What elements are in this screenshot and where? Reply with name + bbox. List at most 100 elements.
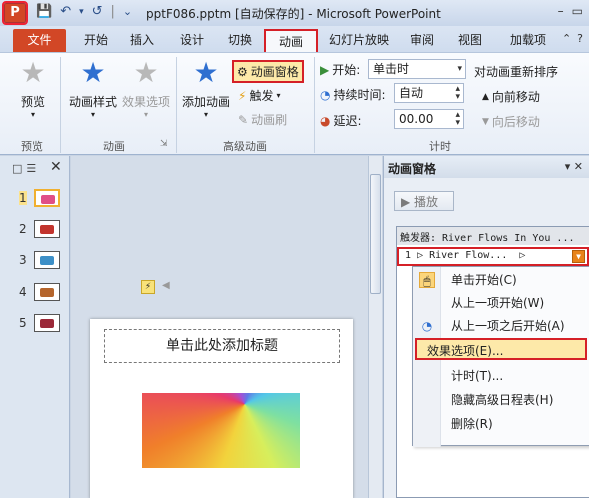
start-select-value: 单击时: [373, 62, 410, 76]
tab-view[interactable]: 视图: [452, 29, 488, 52]
menu-item-label: 隐藏高级日程表(H): [451, 393, 554, 407]
animation-styles-star-icon: ★: [80, 56, 106, 89]
animation-painter-button[interactable]: ✎ 动画刷: [238, 111, 287, 128]
effect-options-button[interactable]: ★ 效果选项 ▾: [120, 56, 172, 120]
slide-picture[interactable]: [142, 393, 300, 468]
slide-thumbnail-2[interactable]: 2: [0, 217, 70, 243]
slides-panel-tabs: □ ☰: [12, 162, 36, 175]
tab-slideshow[interactable]: 幻灯片放映: [322, 29, 396, 52]
tab-design[interactable]: 设计: [174, 29, 210, 52]
menu-item-timing[interactable]: 计时(T)...: [413, 365, 589, 387]
animation-styles-button[interactable]: ★ 动画样式 ▾: [64, 56, 122, 120]
menu-item-label: 从上一项之后开始(A): [451, 319, 565, 333]
animation-dialog-launcher-icon[interactable]: ⇲: [160, 139, 168, 149]
slide-thumb-image: [34, 251, 60, 269]
menu-item-effect-options[interactable]: 效果选项(E)...: [415, 338, 587, 360]
menu-item-hide-advanced-timeline[interactable]: 隐藏高级日程表(H): [413, 389, 589, 411]
help-icon[interactable]: ?: [577, 32, 583, 45]
trigger-header[interactable]: 触发器: River Flows In You ...: [397, 227, 589, 245]
menu-item-start-on-click[interactable]: 🖱 单击开始(C): [413, 269, 589, 291]
pane-close-icon[interactable]: ▾ ✕: [565, 160, 583, 173]
tab-addins[interactable]: 加载项: [504, 29, 552, 52]
quick-access-toolbar: 💾 ↶ ▾ ↺ | ⌄: [36, 4, 132, 19]
close-icon[interactable]: ✕: [50, 159, 62, 175]
animation-item-number: 1: [405, 250, 412, 261]
duration-label-text: 持续时间:: [333, 88, 386, 102]
slide-number: 3: [19, 253, 27, 267]
scrollbar-thumb[interactable]: [370, 174, 381, 294]
animation-styles-dropdown-icon[interactable]: ▾: [64, 110, 122, 119]
slide-thumb-image: [34, 220, 60, 238]
slide-canvas[interactable]: ⚡ ◀ 单击此处添加标题: [71, 156, 368, 498]
effect-options-star-icon: ★: [133, 56, 159, 89]
menu-item-start-with-previous[interactable]: 从上一项开始(W): [413, 292, 589, 314]
start-label: ▶ 开始:: [320, 61, 360, 78]
tab-home[interactable]: 开始: [78, 29, 114, 52]
slide-thumbnail-4[interactable]: 4: [0, 280, 70, 306]
slides-tab-icon[interactable]: □: [12, 162, 22, 175]
animation-painter-label: 动画刷: [251, 113, 288, 127]
group-label-timing: 计时: [429, 140, 451, 153]
play-button[interactable]: ▶ 播放: [394, 191, 454, 211]
preview-dropdown-icon[interactable]: ▾: [12, 110, 54, 119]
slide-number: 5: [19, 316, 27, 330]
animation-item[interactable]: 1 ▷ River Flow... ▷ ▼: [397, 247, 589, 266]
menu-item-remove[interactable]: 删除(R): [413, 413, 589, 435]
outline-tab-icon[interactable]: ☰: [26, 162, 36, 175]
play-media-icon: ▷: [519, 250, 526, 261]
add-animation-dropdown-icon[interactable]: ▾: [180, 110, 232, 119]
delay-field[interactable]: 00.00 ▴ ▾: [394, 109, 464, 129]
slide-thumb-image: [34, 283, 60, 301]
add-animation-button[interactable]: ★ 添加动画 ▾: [180, 57, 232, 120]
trigger-button[interactable]: ⚡ 触发 ▾: [238, 87, 280, 104]
redo-icon[interactable]: ↺: [92, 4, 103, 19]
menu-item-label: 从上一项开始(W): [451, 296, 545, 310]
tab-review[interactable]: 审阅: [404, 29, 440, 52]
tab-insert[interactable]: 插入: [124, 29, 160, 52]
tab-transitions[interactable]: 切换: [222, 29, 258, 52]
delay-value: 00.00: [399, 112, 434, 126]
slide-number: 4: [19, 285, 27, 299]
animation-trigger-tag-icon[interactable]: ⚡: [141, 280, 155, 294]
spinner-icon[interactable]: ▴ ▾: [455, 111, 460, 128]
current-slide[interactable]: 单击此处添加标题: [90, 319, 353, 498]
vertical-scrollbar[interactable]: [368, 156, 382, 498]
move-later-label: 向后移动: [491, 115, 540, 129]
slide-thumbnail-5[interactable]: 5: [0, 311, 70, 337]
slide-thumbnail-3[interactable]: 3: [0, 248, 70, 274]
group-label-advanced-animation: 高级动画: [223, 140, 267, 153]
menu-item-label: 单击开始(C): [451, 273, 517, 287]
restore-button[interactable]: ▭: [572, 4, 583, 18]
undo-icon[interactable]: ↶: [60, 4, 71, 19]
animation-pane-button[interactable]: ⚙ 动画窗格: [232, 60, 304, 83]
slide-number: 2: [19, 222, 27, 236]
animation-pane: 动画窗格 ▾ ✕ ▶ 播放 触发器: River Flows In You ..…: [383, 156, 589, 498]
window-controls: – ▭: [558, 4, 583, 18]
powerpoint-app-icon[interactable]: P: [2, 1, 28, 25]
tab-file[interactable]: 文件: [13, 29, 66, 52]
title-placeholder[interactable]: 单击此处添加标题: [104, 329, 340, 363]
trigger-dropdown-icon[interactable]: ▾: [276, 91, 280, 100]
animation-context-menu: 🖱 单击开始(C) 从上一项开始(W) ◔ 从上一项之后开始(A) 效果选项(E…: [412, 266, 589, 447]
save-icon[interactable]: 💾: [36, 4, 52, 19]
animation-item-dropdown-icon[interactable]: ▼: [572, 250, 585, 263]
move-later-button[interactable]: ▼ 向后移动: [482, 113, 540, 130]
slide-thumbnail-1[interactable]: 1: [0, 186, 70, 212]
sound-play-icon: ◀: [162, 280, 170, 291]
undo-dropdown-icon[interactable]: ▾: [79, 7, 84, 17]
move-earlier-button[interactable]: ▲ 向前移动: [482, 88, 540, 105]
move-later-icon: ▼: [482, 116, 489, 127]
preview-button[interactable]: ★ 预览 ▾: [12, 57, 54, 120]
customize-qat-icon[interactable]: ⌄: [123, 5, 132, 18]
minimize-ribbon-icon[interactable]: ⌃: [562, 32, 571, 45]
menu-item-start-after-previous[interactable]: ◔ 从上一项之后开始(A): [413, 315, 589, 337]
start-select[interactable]: 单击时 ▾: [368, 59, 466, 79]
delay-label: ◕ 延迟:: [320, 112, 362, 129]
group-separator: [60, 57, 61, 153]
spinner-icon[interactable]: ▴ ▾: [455, 85, 460, 102]
duration-field[interactable]: 自动 ▴ ▾: [394, 83, 464, 103]
effect-options-dropdown-icon[interactable]: ▾: [120, 110, 172, 119]
animation-painter-icon: ✎: [238, 112, 249, 127]
tab-animations[interactable]: 动画: [264, 29, 318, 52]
minimize-button[interactable]: –: [558, 4, 564, 18]
